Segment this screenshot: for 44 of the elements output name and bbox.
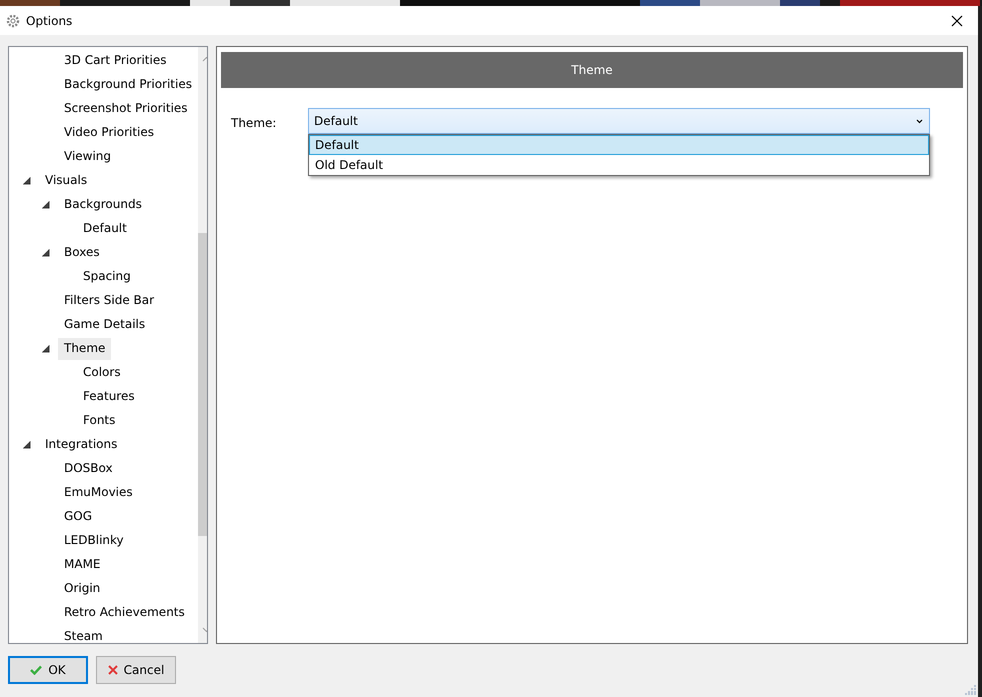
field-label: Theme: <box>231 115 278 132</box>
tree-item[interactable]: Background Priorities <box>58 74 198 96</box>
tree-item[interactable]: Backgrounds <box>58 194 148 216</box>
tree-item[interactable]: Origin <box>58 578 106 600</box>
tree-item[interactable]: LEDBlinky <box>58 530 130 552</box>
tree-item[interactable]: Boxes <box>58 242 106 264</box>
window-title: Options <box>26 12 72 30</box>
dropdown-option[interactable]: Default <box>309 135 929 156</box>
tree-item[interactable]: Spacing <box>77 266 137 288</box>
panel-header: Theme <box>221 52 963 88</box>
close-icon <box>951 14 963 27</box>
tree-item[interactable]: GOG <box>58 506 98 528</box>
tree-item[interactable]: DOSBox <box>58 458 119 480</box>
theme-dropdown[interactable]: Default <box>308 108 930 134</box>
tree-item[interactable]: Retro Achievements <box>58 602 191 624</box>
tree-item[interactable]: Steam <box>58 626 109 644</box>
tree-item[interactable]: Filters Side Bar <box>58 290 160 312</box>
tree-item[interactable]: Screenshot Priorities <box>58 98 194 120</box>
gear-icon <box>6 14 20 28</box>
dropdown-option[interactable]: Old Default <box>309 155 929 176</box>
tree-item[interactable]: Features <box>77 386 141 408</box>
tree-item[interactable]: Default <box>77 218 133 240</box>
tree-item[interactable]: Visuals <box>39 170 94 192</box>
expanded-arrow-icon[interactable] <box>42 249 50 258</box>
expanded-arrow-icon[interactable] <box>42 201 50 210</box>
resize-grip-icon[interactable] <box>965 684 976 695</box>
tree-item[interactable]: Game Details <box>58 314 152 336</box>
expanded-arrow-icon[interactable] <box>23 177 31 186</box>
tree-item[interactable]: MAME <box>58 554 106 576</box>
expanded-arrow-icon[interactable] <box>23 441 31 450</box>
expanded-arrow-icon[interactable] <box>42 345 50 354</box>
cancel-button[interactable]: Cancel <box>96 656 176 684</box>
ok-button[interactable]: OK <box>8 656 88 684</box>
check-icon <box>30 665 42 676</box>
tree-item[interactable]: Colors <box>77 362 127 384</box>
tree-item[interactable]: Integrations <box>39 434 124 456</box>
tree-item[interactable]: EmuMovies <box>58 482 139 504</box>
chevron-icon <box>916 118 923 124</box>
tree-item[interactable]: Fonts <box>77 410 122 432</box>
tree-item[interactable]: Video Priorities <box>58 122 160 144</box>
tree-item[interactable]: Viewing <box>58 146 118 168</box>
cross-icon <box>108 665 118 676</box>
tree-item[interactable]: Theme <box>58 338 112 360</box>
tree-item[interactable]: 3D Cart Priorities <box>58 50 172 72</box>
